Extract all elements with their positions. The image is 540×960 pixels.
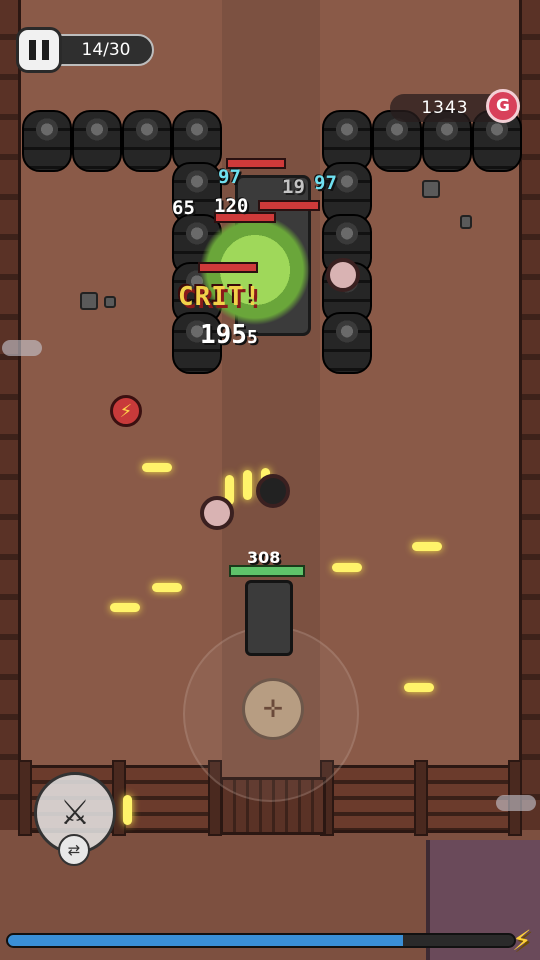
tire-stack [122, 110, 172, 172]
crit-damage-number: 1955 [200, 320, 258, 350]
game-screen[interactable]: 97 97 65 120 19 CRIT! 1955 ⚡ ✛ 308 14/30… [0, 0, 540, 960]
bomb-icon: ⚡ [110, 395, 142, 427]
player-character [245, 580, 293, 656]
damage-number: 120 [214, 195, 249, 217]
experience-bar-fill [8, 935, 403, 946]
gold-counter: 1343 [390, 94, 500, 122]
tire-stack [72, 110, 122, 172]
enemy-hp-bar [258, 200, 320, 211]
gold-amount: 1343 [421, 98, 469, 118]
tire-projectile [256, 474, 290, 508]
bullet [110, 603, 140, 612]
pause-icon-bar [42, 40, 49, 60]
enemy-orb [200, 496, 234, 530]
swap-icon: ⇄ [67, 841, 81, 859]
crit-label: CRIT! [178, 282, 262, 312]
bullet [142, 463, 172, 472]
fence-post [414, 760, 428, 836]
enemy-orb [326, 258, 360, 292]
bullet [152, 583, 182, 592]
pause-button[interactable] [16, 27, 62, 73]
tire-stack [22, 110, 72, 172]
fence-post [18, 760, 32, 836]
rock [422, 180, 440, 198]
wave-counter: 14/30 [58, 34, 154, 66]
swap-weapon-button[interactable]: ⇄ [58, 834, 90, 866]
damage-number: 19 [282, 176, 305, 198]
enemy-hp-bar [198, 262, 258, 273]
bullet [243, 470, 252, 500]
left-wooden-wall [0, 0, 21, 830]
pause-icon [29, 40, 36, 60]
spear-icon: ⚔ [59, 793, 91, 833]
rock [80, 292, 98, 310]
damage-number: 97 [314, 172, 337, 194]
smoke-puff [2, 340, 42, 356]
damage-number: 97 [218, 166, 241, 188]
tire-stack [322, 312, 372, 374]
right-wooden-wall [519, 0, 540, 830]
player-hp-value: 308 [247, 548, 281, 567]
damage-number: 65 [172, 197, 195, 219]
joystick-knob[interactable]: ✛ [242, 678, 304, 740]
bullet [412, 542, 442, 551]
gold-coin-icon: G [486, 89, 520, 123]
lightning-icon: ⚡ [512, 924, 532, 957]
experience-bar [6, 933, 516, 948]
rock [460, 215, 472, 229]
bullet [332, 563, 362, 572]
smoke-puff [496, 795, 536, 811]
bullet [123, 795, 132, 825]
wave-counter-label: 14/30 [81, 40, 131, 60]
rock [104, 296, 116, 308]
bullet [404, 683, 434, 692]
